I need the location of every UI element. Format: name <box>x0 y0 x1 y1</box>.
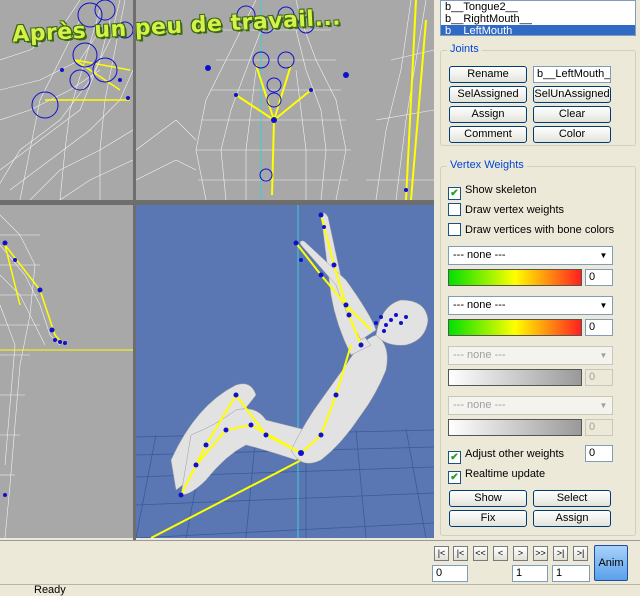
checkbox-checked-icon[interactable]: ✔ <box>448 471 461 484</box>
bones-list[interactable]: b__Tongue2__ b__RightMouth__ b__LeftMout… <box>440 0 636 36</box>
bone-select-3: --- none --- ▼ <box>448 346 613 365</box>
next-frame-button[interactable]: > <box>513 546 528 561</box>
prev-key-button[interactable]: |< <box>453 546 468 561</box>
checkbox-checked-icon[interactable]: ✔ <box>448 451 461 464</box>
fix-button[interactable]: Fix <box>449 510 527 527</box>
bone-select-1[interactable]: --- none --- ▼ <box>448 246 613 265</box>
checkbox-unchecked-icon[interactable] <box>448 223 461 236</box>
weight-value-2[interactable]: 0 <box>585 319 613 336</box>
color-button[interactable]: Color <box>533 126 611 143</box>
adjust-weights-value[interactable]: 0 <box>585 445 613 462</box>
bone-select-2-value: --- none --- <box>453 299 506 311</box>
joints-group-title: Joints <box>447 43 482 55</box>
bone-item-selected[interactable]: b__LeftMouth__ <box>441 25 635 35</box>
chevron-down-icon: ▼ <box>599 351 608 360</box>
rewind-button[interactable]: << <box>473 546 488 561</box>
realtime-update-checkbox[interactable]: ✔ Realtime update <box>448 467 546 484</box>
viewport-bottom-left[interactable] <box>0 205 133 538</box>
checkbox-checked-icon[interactable]: ✔ <box>448 187 461 200</box>
viewport-divider-horizontal[interactable] <box>0 200 434 205</box>
draw-vertices-bone-colors-label: Draw vertices with bone colors <box>465 224 615 236</box>
status-text: Ready <box>34 584 66 596</box>
weight-ramp-4 <box>448 419 582 436</box>
assign-button[interactable]: Assign <box>449 106 527 123</box>
first-frame-button[interactable]: |< <box>434 546 449 561</box>
posed-model-perspective <box>136 205 434 538</box>
joint-name-field[interactable]: b__LeftMouth_ <box>533 66 611 83</box>
clear-button[interactable]: Clear <box>533 106 611 123</box>
fast-forward-button[interactable]: >> <box>533 546 548 561</box>
weight-value-1[interactable]: 0 <box>585 269 613 286</box>
vertex-weights-group-title: Vertex Weights <box>447 159 527 171</box>
adjust-other-weights-checkbox[interactable]: ✔ Adjust other weights <box>448 447 565 464</box>
weight-ramp-2[interactable] <box>448 319 582 336</box>
assign-weights-button[interactable]: Assign <box>533 510 611 527</box>
viewport-divider-vertical[interactable] <box>133 0 136 540</box>
bone-select-4-value: --- none --- <box>453 399 506 411</box>
adjust-other-weights-label: Adjust other weights <box>465 448 565 460</box>
show-button[interactable]: Show <box>449 490 527 507</box>
select-button[interactable]: Select <box>533 490 611 507</box>
bone-item[interactable]: b__Tongue2__ <box>441 1 635 13</box>
anim-button[interactable]: Anim <box>594 545 628 581</box>
bone-select-4: --- none --- ▼ <box>448 396 613 415</box>
properties-panel: b__Tongue2__ b__RightMouth__ b__LeftMout… <box>434 0 640 540</box>
draw-vertex-weights-checkbox[interactable]: Draw vertex weights <box>448 203 564 217</box>
bone-item[interactable]: b__RightMouth__ <box>441 13 635 25</box>
vertex-weights-group: Vertex Weights ✔ Show skeleton Draw verte… <box>440 159 636 536</box>
weight-ramp-3 <box>448 369 582 386</box>
frame-field-b[interactable]: 1 <box>552 565 590 582</box>
next-key-button[interactable]: >| <box>553 546 568 561</box>
comment-button[interactable]: Comment <box>449 126 527 143</box>
draw-vertex-weights-label: Draw vertex weights <box>465 204 565 216</box>
frame-start-field[interactable]: 0 <box>432 565 468 582</box>
prev-frame-button[interactable]: < <box>493 546 508 561</box>
chevron-down-icon[interactable]: ▼ <box>596 298 611 313</box>
draw-vertices-bone-colors-checkbox[interactable]: Draw vertices with bone colors <box>448 223 614 237</box>
wireframe-model-side <box>0 214 133 538</box>
weight-ramp-1[interactable] <box>448 269 582 286</box>
viewport-perspective[interactable] <box>136 205 434 538</box>
show-skeleton-label: Show skeleton <box>465 184 537 196</box>
realtime-update-label: Realtime update <box>465 468 546 480</box>
weight-value-4: 0 <box>585 419 613 436</box>
show-skeleton-checkbox[interactable]: ✔ Show skeleton <box>448 183 537 200</box>
weight-value-3: 0 <box>585 369 613 386</box>
bone-select-3-value: --- none --- <box>453 349 506 361</box>
rename-button[interactable]: Rename <box>449 66 527 83</box>
frame-field-a[interactable]: 1 <box>512 565 548 582</box>
checkbox-unchecked-icon[interactable] <box>448 203 461 216</box>
bone-select-2[interactable]: --- none --- ▼ <box>448 296 613 315</box>
sel-assigned-button[interactable]: SelAssigned <box>449 86 527 103</box>
chevron-down-icon[interactable]: ▼ <box>596 248 611 263</box>
chevron-down-icon: ▼ <box>599 401 608 410</box>
sel-unassigned-button[interactable]: SelUnAssigned <box>533 86 611 103</box>
bone-select-1-value: --- none --- <box>453 249 506 261</box>
timeline-bar: |< |< << < > >> >| >| 0 1 1 Anim Ready <box>0 540 640 596</box>
last-frame-button[interactable]: >| <box>573 546 588 561</box>
joints-group: Joints Rename b__LeftMouth_ SelAssigned … <box>440 43 636 146</box>
